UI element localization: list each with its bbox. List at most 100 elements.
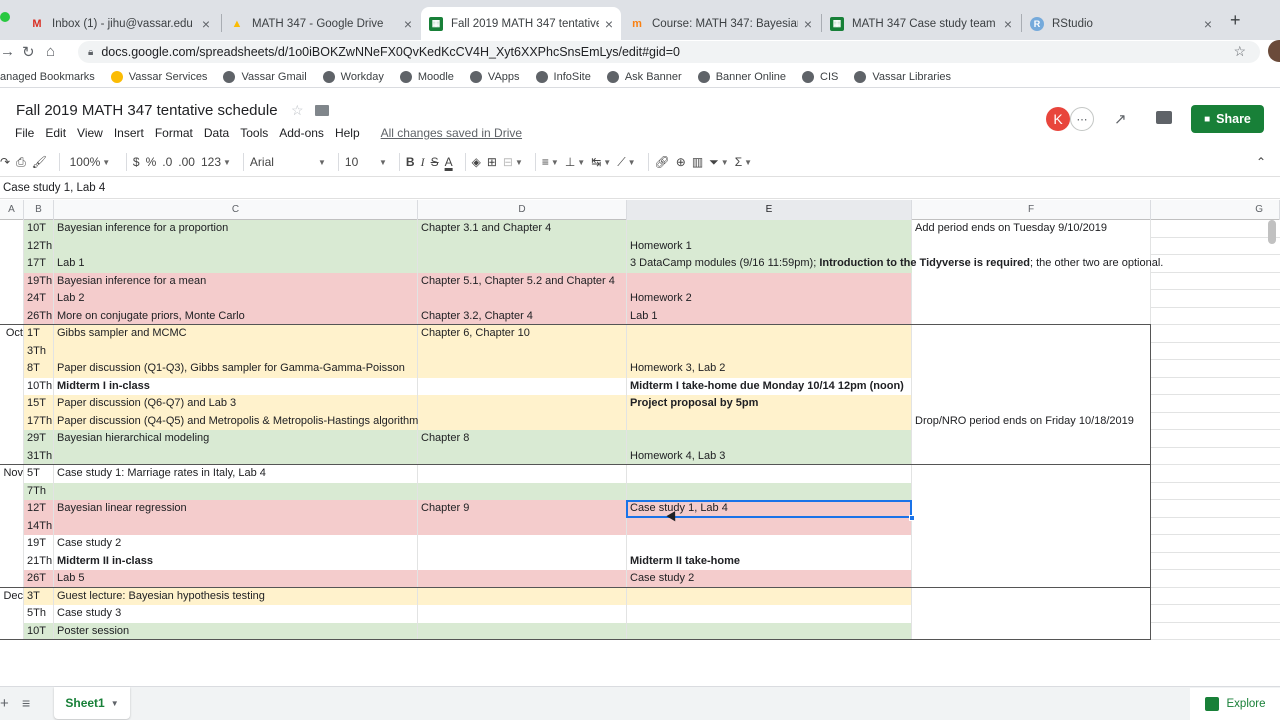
more-formats-button[interactable]: 123 ▼: [201, 151, 231, 173]
cell-a[interactable]: [0, 360, 24, 378]
filter-icon[interactable]: ⏷ ▼: [709, 151, 729, 173]
sheet-tab[interactable]: Sheet1 ▼: [54, 687, 130, 719]
cell-b[interactable]: 29T: [24, 430, 54, 448]
cell-b[interactable]: 14Th: [24, 517, 54, 535]
cell-f[interactable]: [912, 272, 1151, 290]
cell-b[interactable]: 7Th: [24, 482, 54, 500]
decrease-decimal-button[interactable]: .0: [162, 151, 172, 173]
cell-e[interactable]: Lab 1: [627, 307, 912, 325]
cell-d[interactable]: [418, 622, 627, 640]
cell-b[interactable]: 24T: [24, 290, 54, 308]
cell-a[interactable]: Dec: [0, 587, 24, 605]
cell-a[interactable]: [0, 500, 24, 518]
cell-e[interactable]: [627, 587, 912, 605]
bookmark-vapps[interactable]: VApps: [469, 70, 520, 83]
cell-b[interactable]: 10Th: [24, 377, 54, 395]
merge-cells-icon[interactable]: ⊟ ▼: [503, 151, 523, 173]
cell-f[interactable]: [912, 587, 1151, 605]
cell-c[interactable]: Bayesian inference for a mean: [54, 272, 418, 290]
explore-button[interactable]: Explore: [1190, 688, 1280, 720]
cell-c[interactable]: Bayesian hierarchical modeling: [54, 430, 418, 448]
new-tab-icon[interactable]: +: [1230, 10, 1241, 31]
redo-icon[interactable]: ↷: [0, 151, 10, 173]
collapse-menu-icon[interactable]: ⌃: [1256, 151, 1266, 173]
cell-f[interactable]: [912, 517, 1151, 535]
cell-b[interactable]: 10T: [24, 220, 54, 238]
cell-f[interactable]: [912, 500, 1151, 518]
cell-a[interactable]: [0, 622, 24, 640]
cell-d[interactable]: [418, 605, 627, 623]
cell-b[interactable]: 19T: [24, 535, 54, 553]
menu-addons[interactable]: Add-ons: [279, 126, 324, 140]
cell-f[interactable]: [912, 570, 1151, 588]
bookmark-ask-banner[interactable]: Ask Banner: [606, 70, 682, 83]
cell-a[interactable]: [0, 430, 24, 448]
cell-c[interactable]: [54, 447, 418, 465]
close-tab-icon[interactable]: ×: [804, 16, 812, 32]
text-color-button[interactable]: A: [445, 151, 453, 173]
cell-d[interactable]: [418, 377, 627, 395]
cell-b[interactable]: 5T: [24, 465, 54, 483]
browser-tab-gmail[interactable]: M Inbox (1) - jihu@vassar.edu - V ×: [22, 7, 218, 40]
cell-e[interactable]: [627, 430, 912, 448]
comment-icon[interactable]: [1156, 111, 1172, 124]
close-tab-icon[interactable]: ×: [1204, 16, 1212, 32]
bookmark-infosite[interactable]: InfoSite: [535, 70, 591, 83]
save-status[interactable]: All changes saved in Drive: [381, 126, 522, 140]
bookmark-banner-online[interactable]: Banner Online: [697, 70, 786, 83]
cell-a[interactable]: [0, 307, 24, 325]
close-tab-icon[interactable]: ×: [202, 16, 210, 32]
cell-d[interactable]: [418, 395, 627, 413]
activity-trend-icon[interactable]: ↗: [1114, 110, 1127, 128]
cell-e[interactable]: 3 DataCamp modules (9/16 11:59pm); Intro…: [627, 255, 1163, 273]
cell-e[interactable]: [627, 272, 912, 290]
cell-c[interactable]: [54, 237, 418, 255]
cell-a[interactable]: Nov: [0, 465, 24, 483]
chat-icon[interactable]: ⋯: [1070, 107, 1094, 131]
window-zoom-icon[interactable]: [0, 12, 10, 22]
cell-f[interactable]: [912, 325, 1151, 343]
cell-f[interactable]: Drop/NRO period ends on Friday 10/18/201…: [912, 412, 1151, 430]
italic-button[interactable]: I: [421, 151, 425, 173]
browser-tab-case-study[interactable]: ▦ MATH 347 Case study team as ×: [822, 7, 1020, 40]
cell-d[interactable]: [418, 290, 627, 308]
cell-b[interactable]: 26T: [24, 570, 54, 588]
cell-f[interactable]: Add period ends on Tuesday 9/10/2019: [912, 220, 1151, 238]
zoom-select[interactable]: 100% ▼: [66, 151, 114, 173]
cell-c[interactable]: Lab 5: [54, 570, 418, 588]
folder-icon[interactable]: [315, 105, 329, 116]
cell-e[interactable]: [627, 412, 912, 430]
bookmark-managed[interactable]: anaged Bookmarks: [0, 71, 95, 83]
cell-d[interactable]: [418, 517, 627, 535]
cell-f[interactable]: [912, 307, 1151, 325]
star-icon[interactable]: ☆: [291, 102, 304, 119]
collaborator-avatar[interactable]: K: [1046, 107, 1070, 131]
text-wrap-icon[interactable]: ↹ ▼: [591, 151, 611, 173]
cell-a[interactable]: [0, 552, 24, 570]
column-header-g[interactable]: G: [1151, 200, 1280, 220]
cell-d[interactable]: [418, 570, 627, 588]
cell-f[interactable]: [912, 465, 1151, 483]
document-title[interactable]: Fall 2019 MATH 347 tentative schedule: [16, 102, 278, 119]
horizontal-align-icon[interactable]: ≡ ▼: [542, 151, 559, 173]
cell-e[interactable]: [627, 482, 912, 500]
cell-b[interactable]: 10T: [24, 622, 54, 640]
cell-d[interactable]: [418, 412, 627, 430]
vertical-scrollbar[interactable]: [1268, 220, 1276, 244]
cell-c[interactable]: Gibbs sampler and MCMC: [54, 325, 418, 343]
cell-f[interactable]: [912, 360, 1151, 378]
cell-e[interactable]: [627, 535, 912, 553]
cell-e[interactable]: Homework 3, Lab 2: [627, 360, 912, 378]
cell-c[interactable]: More on conjugate priors, Monte Carlo: [54, 307, 418, 325]
menu-file[interactable]: File: [15, 126, 34, 140]
home-icon[interactable]: ⌂: [46, 43, 55, 60]
insert-link-icon[interactable]: 🔗︎: [655, 151, 670, 173]
cell-a[interactable]: [0, 272, 24, 290]
cell-c[interactable]: [54, 482, 418, 500]
cell-a[interactable]: [0, 447, 24, 465]
cell-a[interactable]: [0, 395, 24, 413]
cell-a[interactable]: [0, 290, 24, 308]
cell-c[interactable]: [54, 342, 418, 360]
cell-d[interactable]: [418, 342, 627, 360]
column-header-f[interactable]: F: [912, 200, 1151, 220]
